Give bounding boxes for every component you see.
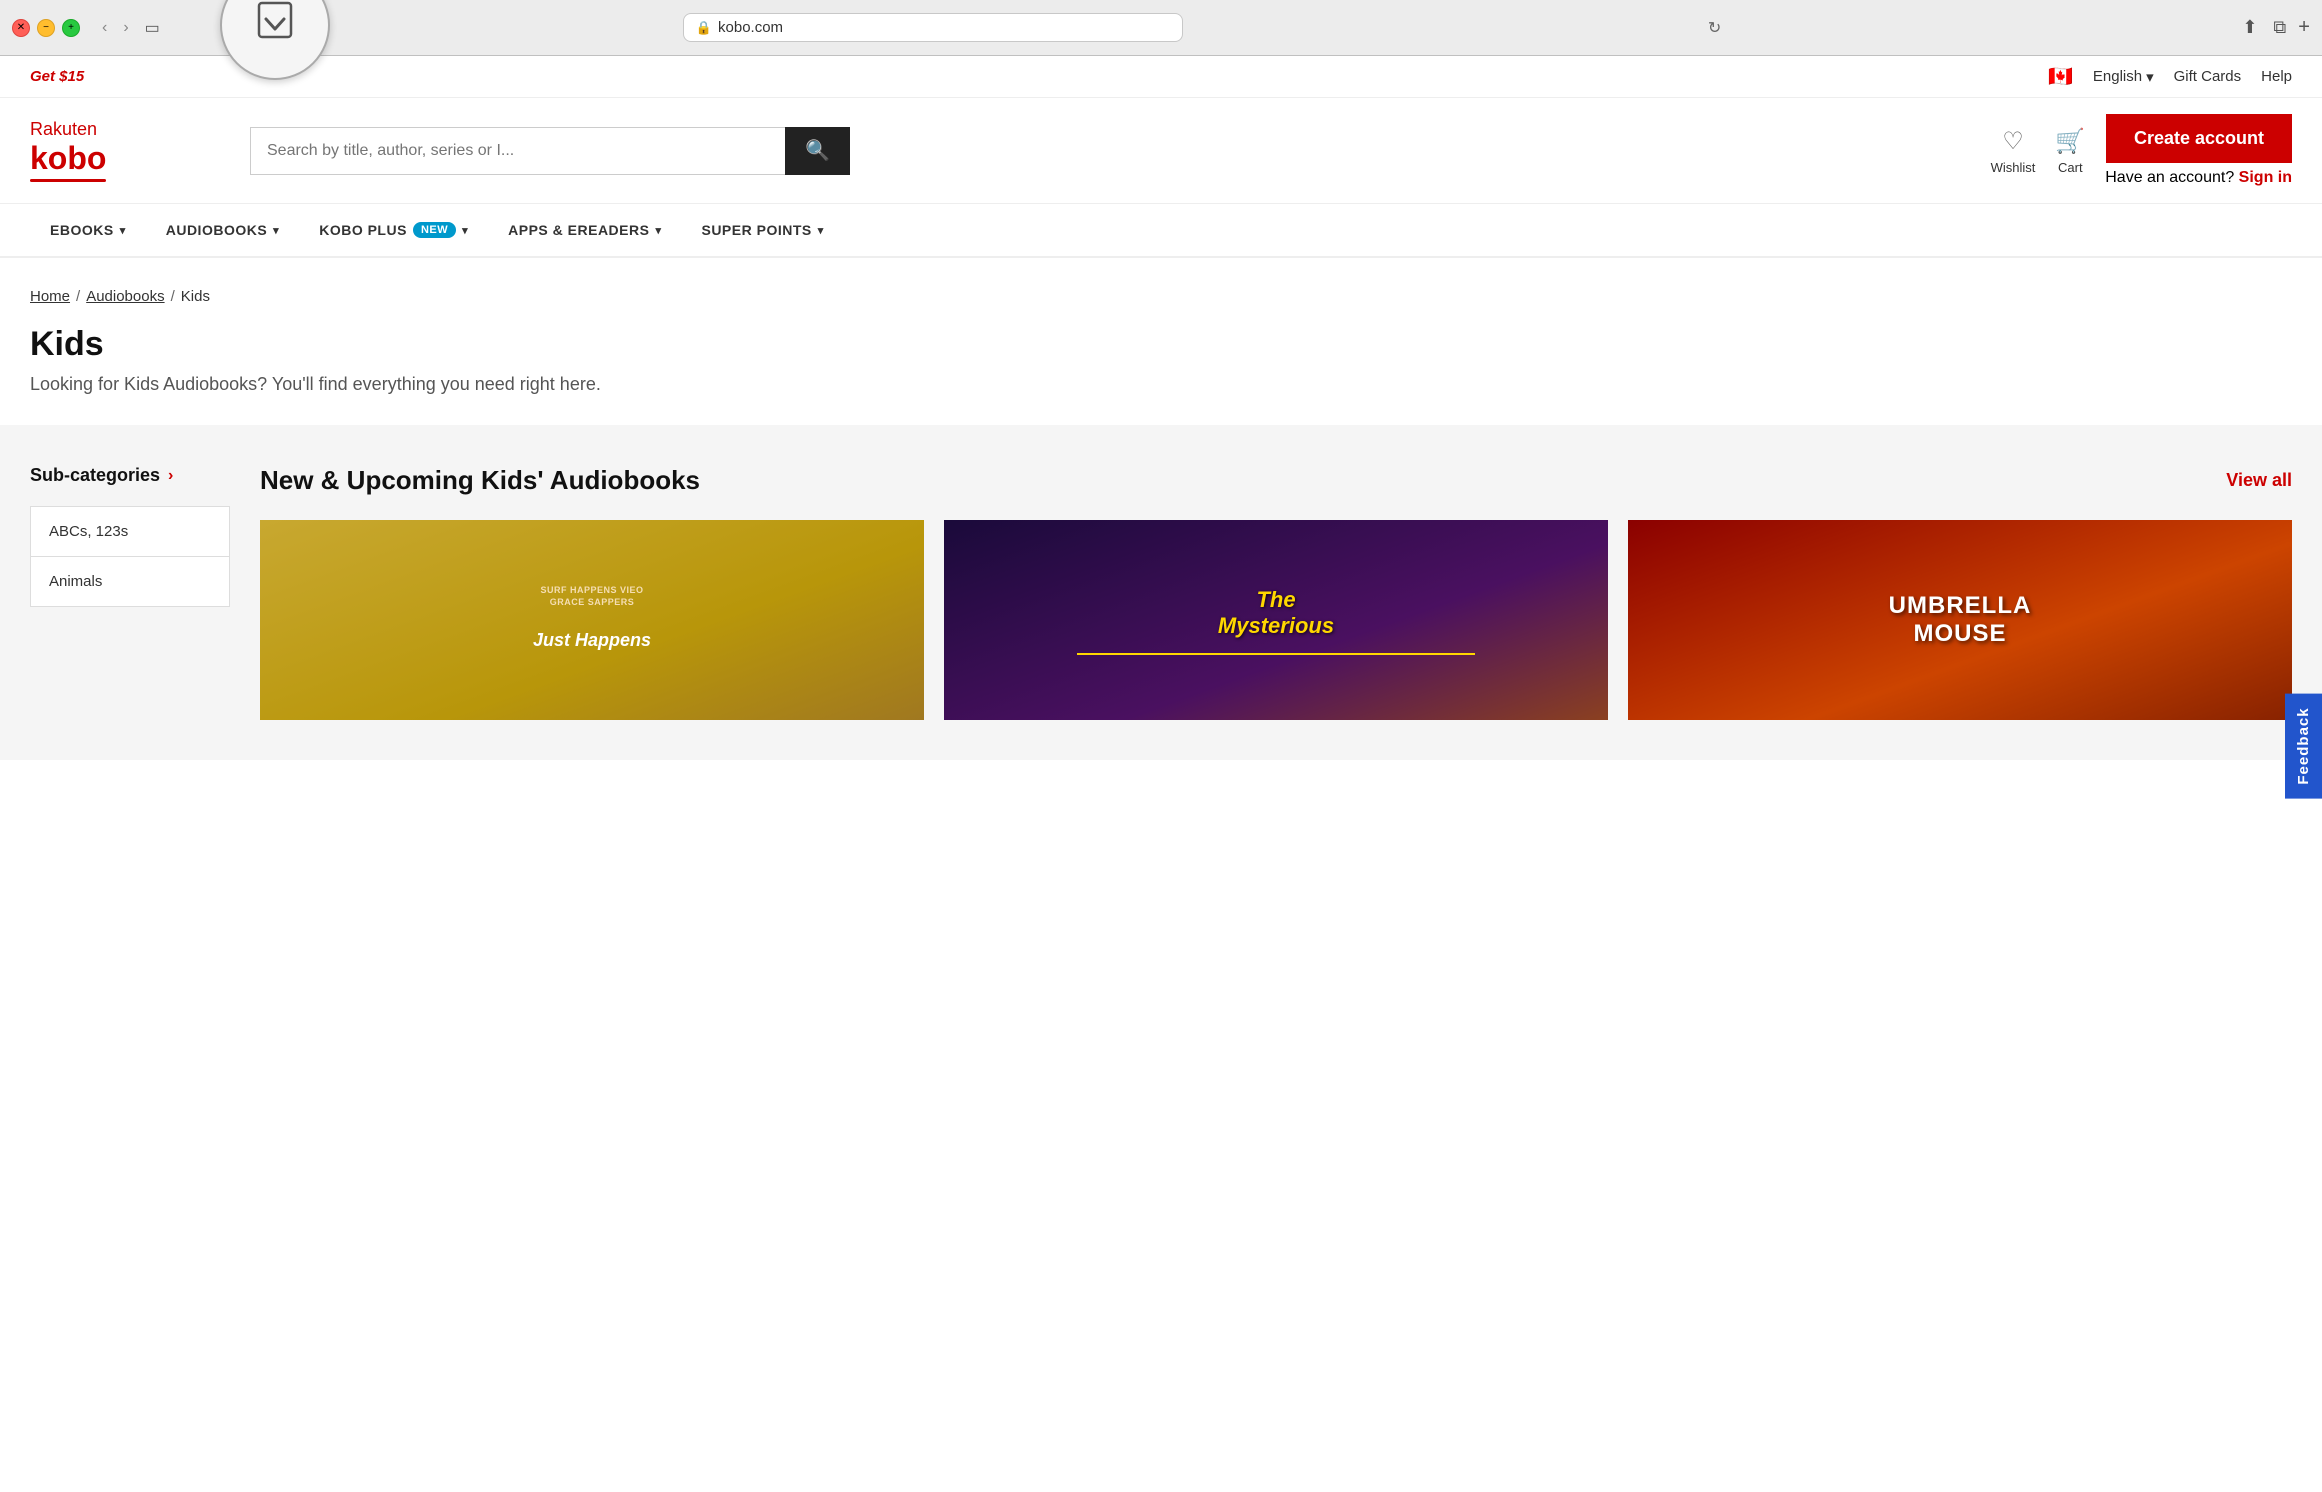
tab-overview-button[interactable]: ⧉ [2269, 13, 2290, 42]
chevron-down-icon: ▾ [273, 224, 279, 237]
cart-icon: 🛒 [2055, 127, 2085, 156]
pocket-shield-icon [253, 0, 297, 52]
breadcrumb-sep-2: / [171, 288, 175, 305]
forward-button[interactable]: › [117, 16, 134, 40]
nav-audiobooks-label: AUDIOBOOKS [166, 222, 267, 238]
breadcrumb-audiobooks[interactable]: Audiobooks [86, 288, 164, 305]
address-bar[interactable]: 🔒 kobo.com [683, 13, 1183, 42]
book-card-3[interactable]: UMBRELLAMOUSE [1628, 520, 2292, 720]
logo-underline [30, 179, 106, 182]
back-button[interactable]: ‹ [96, 16, 113, 40]
nav-item-super-points[interactable]: SUPER POINTS ▾ [681, 204, 843, 256]
sidebar-item-animals[interactable]: Animals [31, 557, 229, 606]
cart-label: Cart [2058, 160, 2083, 175]
language-selector[interactable]: English ▾ [2093, 68, 2154, 86]
browser-nav-buttons: ‹ › ▭ [96, 16, 166, 40]
create-account-button[interactable]: Create account [2106, 114, 2292, 163]
page-title: Kids [30, 325, 2292, 364]
logo[interactable]: Rakuten kobo [30, 119, 230, 182]
search-icon: 🔍 [805, 138, 830, 163]
sidebar-title-text: Sub-categories [30, 465, 160, 486]
breadcrumb: Home / Audiobooks / Kids [30, 288, 2292, 305]
new-badge: NEW [413, 222, 456, 238]
url-text: kobo.com [718, 19, 783, 36]
sidebar-title[interactable]: Sub-categories › [30, 465, 230, 486]
nav-super-points-label: SUPER POINTS [701, 222, 811, 238]
language-label: English [2093, 68, 2142, 85]
website: Get $15 🇨🇦 English ▾ Gift Cards Help Rak… [0, 56, 2322, 1492]
minimize-button[interactable]: − [37, 19, 55, 37]
sign-in-prompt: Have an account? Sign in [2105, 169, 2292, 187]
chevron-down-icon: ▾ [655, 224, 661, 237]
section-header: New & Upcoming Kids' Audiobooks View all [260, 465, 2292, 496]
breadcrumb-kids: Kids [181, 288, 210, 305]
header-actions: ♡ Wishlist 🛒 Cart Create account Have an… [1991, 114, 2292, 187]
sidebar: Sub-categories › ABCs, 123s Animals [30, 465, 230, 720]
search-area: 🔍 [250, 127, 850, 175]
have-account-text: Have an account? [2105, 169, 2234, 186]
traffic-lights: ✕ − + [12, 19, 80, 37]
lock-icon: 🔒 [696, 20, 712, 36]
nav-item-audiobooks[interactable]: AUDIOBOOKS ▾ [146, 204, 299, 256]
sidebar-item-abcs[interactable]: ABCs, 123s [31, 507, 229, 557]
section-title: New & Upcoming Kids' Audiobooks [260, 465, 700, 496]
page-subtitle: Looking for Kids Audiobooks? You'll find… [30, 374, 2292, 395]
feedback-container: Feedback [2285, 693, 2322, 798]
wishlist-button[interactable]: ♡ Wishlist [1991, 127, 2036, 175]
new-tab-button[interactable]: + [2298, 16, 2310, 39]
nav-item-ebooks[interactable]: eBOOKS ▾ [30, 204, 146, 256]
book-cover-1: SURF HAPPENS VIEOGRACE SAPPERS Just Happ… [260, 520, 924, 720]
heart-icon: ♡ [2002, 127, 2024, 156]
nav-kobo-plus-label: KOBO PLUS [319, 222, 407, 238]
sidebar-toggle-button[interactable]: ▭ [139, 16, 166, 40]
nav-item-kobo-plus[interactable]: KOBO PLUS NEW ▾ [299, 204, 488, 256]
book-cover-2: TheMysterious [944, 520, 1608, 720]
logo-kobo-text: kobo [30, 140, 106, 176]
canada-flag-icon: 🇨🇦 [2048, 64, 2073, 89]
nav-ebooks-label: eBOOKS [50, 222, 114, 238]
fullscreen-button[interactable]: + [62, 19, 80, 37]
close-button[interactable]: ✕ [12, 19, 30, 37]
book-grid: SURF HAPPENS VIEOGRACE SAPPERS Just Happ… [260, 520, 2292, 720]
search-input[interactable] [250, 127, 785, 175]
chevron-right-icon: › [168, 467, 173, 485]
wishlist-label: Wishlist [1991, 160, 2036, 175]
chevron-down-icon: ▾ [462, 224, 468, 237]
utility-bar: Get $15 🇨🇦 English ▾ Gift Cards Help [0, 56, 2322, 98]
main-header: Rakuten kobo 🔍 ♡ Wishlist 🛒 Cart Create … [0, 98, 2322, 204]
nav-apps-label: APPS & eREADERS [508, 222, 649, 238]
sidebar-list: ABCs, 123s Animals [30, 506, 230, 607]
logo-rakuten-text: Rakuten [30, 119, 106, 140]
chevron-down-icon: ▾ [120, 224, 126, 237]
cart-button[interactable]: 🛒 Cart [2055, 127, 2085, 175]
breadcrumb-home[interactable]: Home [30, 288, 70, 305]
promo-text: Get $15 [30, 68, 84, 85]
chevron-down-icon: ▾ [818, 224, 824, 237]
gift-cards-link[interactable]: Gift Cards [2174, 68, 2242, 85]
nav-bar: eBOOKS ▾ AUDIOBOOKS ▾ KOBO PLUS NEW ▾ AP… [0, 204, 2322, 258]
chevron-down-icon: ▾ [2146, 68, 2154, 86]
book-cover-3: UMBRELLAMOUSE [1628, 520, 2292, 720]
feedback-button[interactable]: Feedback [2285, 693, 2322, 798]
help-link[interactable]: Help [2261, 68, 2292, 85]
sign-in-link[interactable]: Sign in [2239, 169, 2292, 186]
browser-chrome: ✕ − + ‹ › ▭ 🔒 kobo.com ↻ ⬆ ⧉ + [0, 0, 2322, 56]
share-button[interactable]: ⬆ [2238, 13, 2261, 42]
browser-toolbar-actions: ⬆ ⧉ + [2238, 13, 2310, 42]
search-button[interactable]: 🔍 [785, 127, 850, 175]
view-all-link[interactable]: View all [2226, 470, 2292, 491]
main-area: New & Upcoming Kids' Audiobooks View all… [260, 465, 2292, 720]
nav-item-apps-ereaders[interactable]: APPS & eREADERS ▾ [488, 204, 681, 256]
reload-button[interactable]: ↻ [1708, 18, 1721, 38]
book-card-1[interactable]: SURF HAPPENS VIEOGRACE SAPPERS Just Happ… [260, 520, 924, 720]
page-content: Home / Audiobooks / Kids Kids Looking fo… [0, 258, 2322, 425]
create-account-section: Create account Have an account? Sign in [2105, 114, 2292, 187]
breadcrumb-sep-1: / [76, 288, 80, 305]
content-section: Sub-categories › ABCs, 123s Animals New … [0, 425, 2322, 760]
book-card-2[interactable]: TheMysterious [944, 520, 1608, 720]
